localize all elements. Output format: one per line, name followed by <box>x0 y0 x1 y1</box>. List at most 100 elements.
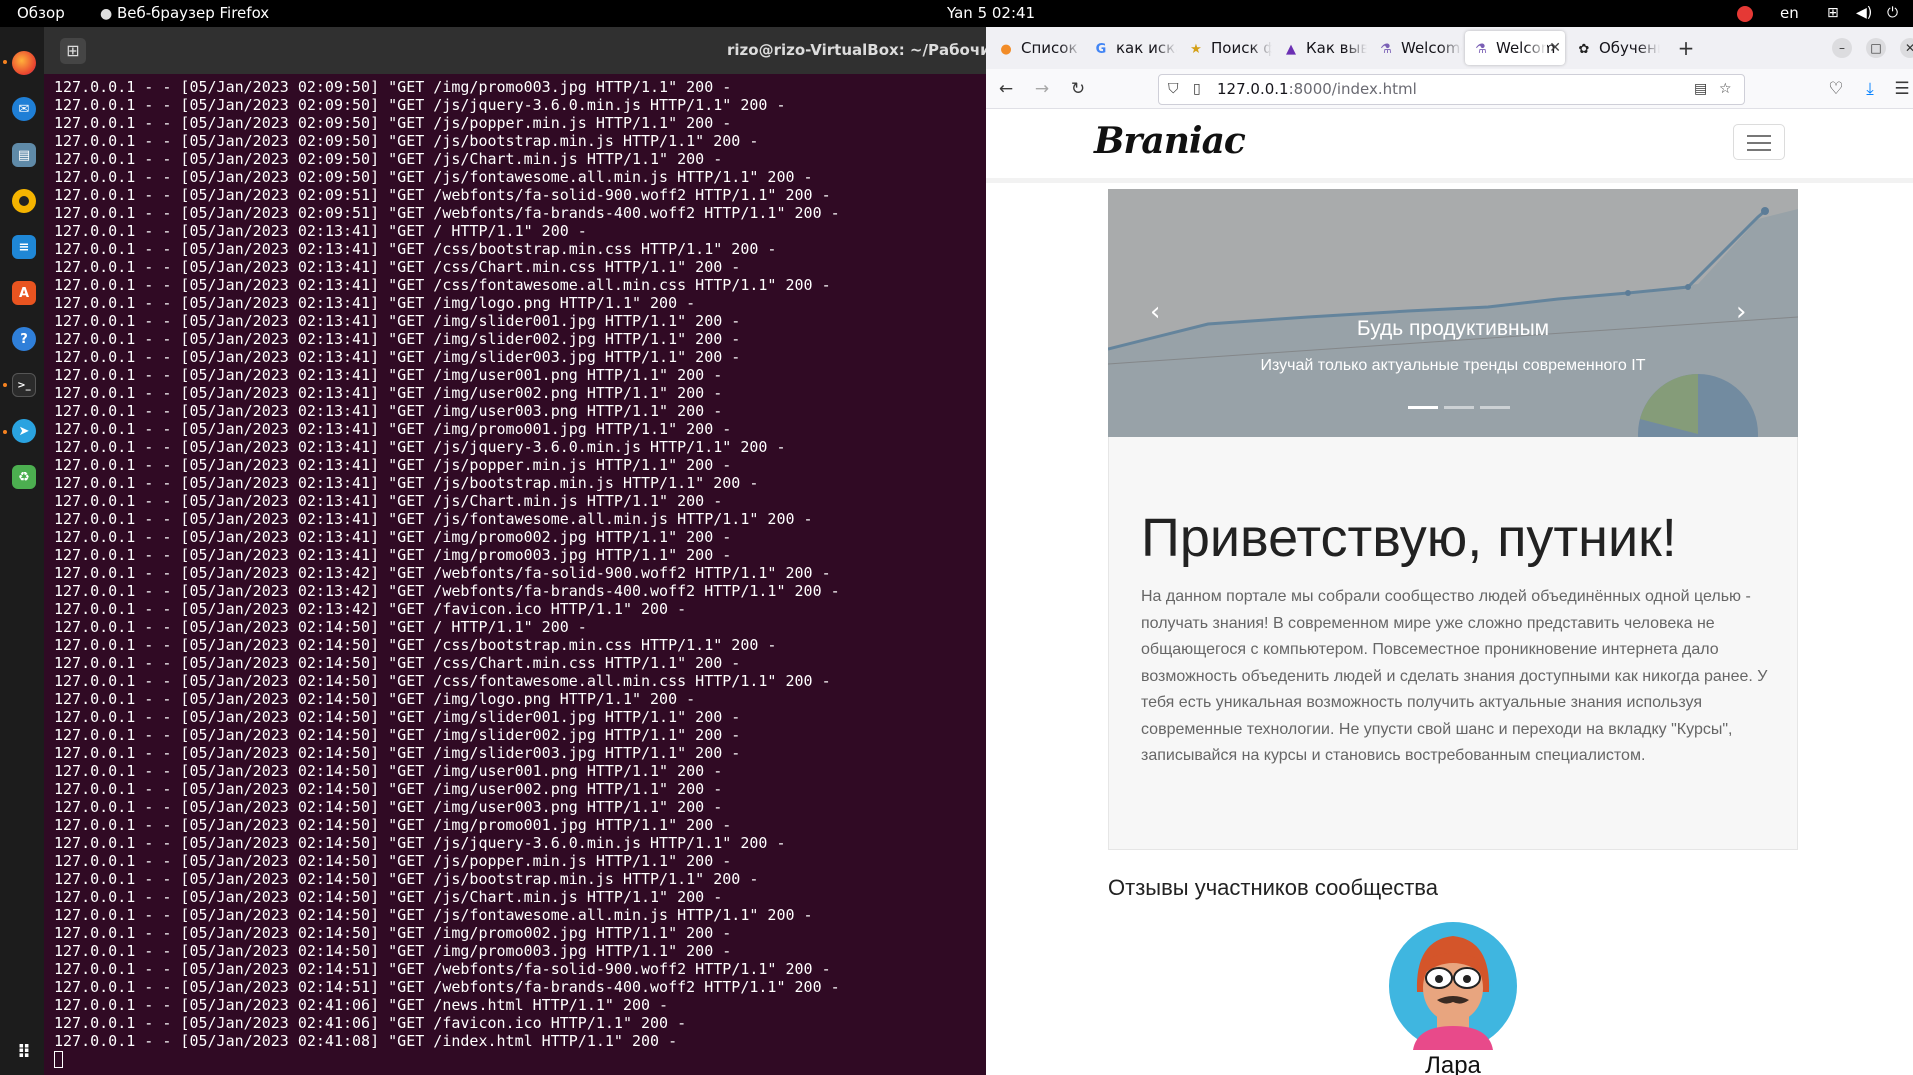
active-app-name: Веб-браузер Firefox <box>117 4 270 22</box>
terminal-output[interactable]: 127.0.0.1 - - [05/Jan/2023 02:09:50] "GE… <box>54 78 984 1068</box>
keyboard-layout-indicator[interactable]: en <box>1780 0 1799 27</box>
network-icon[interactable]: ⊞ <box>1827 0 1839 27</box>
terminal-line: 127.0.0.1 - - [05/Jan/2023 02:13:42] "GE… <box>54 582 840 600</box>
reload-button[interactable]: ↻ <box>1064 75 1092 103</box>
reviewer-name: Лара <box>1425 1052 1481 1075</box>
files-icon[interactable]: ▤ <box>12 143 36 167</box>
terminal-window[interactable]: ⊞ rizo@rizo-VirtualBox: ~/Рабочий сто 12… <box>44 27 986 1075</box>
url-text[interactable]: 127.0.0.1:8000/index.html <box>1217 75 1417 104</box>
pocket-icon[interactable]: ♡ <box>1822 75 1850 103</box>
terminal-line: 127.0.0.1 - - [05/Jan/2023 02:14:50] "GE… <box>54 780 723 798</box>
clock[interactable]: Yan 5 02:41 <box>947 0 1035 27</box>
terminal-line: 127.0.0.1 - - [05/Jan/2023 02:14:50] "GE… <box>54 744 741 762</box>
browser-tab-active[interactable]: ⚗Welcom ✕ <box>1465 31 1565 65</box>
carousel-indicator[interactable] <box>1444 406 1474 409</box>
close-tab-icon[interactable]: ✕ <box>1549 31 1561 65</box>
terminal-line: 127.0.0.1 - - [05/Jan/2023 02:14:50] "GE… <box>54 798 723 816</box>
star-icon: ★ <box>1190 42 1202 57</box>
telegram-icon[interactable]: ➤ <box>12 419 36 443</box>
terminal-line: 127.0.0.1 - - [05/Jan/2023 02:41:06] "GE… <box>54 996 669 1014</box>
avatar <box>1389 922 1517 1050</box>
bookmark-star-icon[interactable]: ☆ <box>1719 75 1732 104</box>
browser-tab[interactable]: ✿ Обучени <box>1568 31 1660 65</box>
terminal-line: 127.0.0.1 - - [05/Jan/2023 02:13:42] "GE… <box>54 600 687 618</box>
help-icon[interactable]: ? <box>12 327 36 351</box>
terminal-line: 127.0.0.1 - - [05/Jan/2023 02:13:41] "GE… <box>54 510 813 528</box>
downloads-icon[interactable]: ⤓ <box>1856 75 1884 103</box>
carousel-caption-title: Будь продуктивным <box>1356 317 1550 340</box>
terminal-line: 127.0.0.1 - - [05/Jan/2023 02:14:50] "GE… <box>54 906 813 924</box>
browser-tab[interactable]: Gкак искат <box>1085 31 1177 65</box>
terminal-line: 127.0.0.1 - - [05/Jan/2023 02:14:50] "GE… <box>54 834 786 852</box>
maximize-button[interactable]: □ <box>1866 38 1886 58</box>
shield-icon[interactable]: ⛉ <box>1168 75 1179 104</box>
terminal-title: rizo@rizo-VirtualBox: ~/Рабочий сто <box>727 41 986 59</box>
terminal-line: 127.0.0.1 - - [05/Jan/2023 02:13:41] "GE… <box>54 438 786 456</box>
terminal-line: 127.0.0.1 - - [05/Jan/2023 02:14:50] "GE… <box>54 924 732 942</box>
carousel-indicator[interactable] <box>1480 406 1510 409</box>
terminal-line: 127.0.0.1 - - [05/Jan/2023 02:13:41] "GE… <box>54 402 723 420</box>
flask-icon: ⚗ <box>1475 42 1487 57</box>
terminal-line: 127.0.0.1 - - [05/Jan/2023 02:14:50] "GE… <box>54 618 587 636</box>
terminal-line: 127.0.0.1 - - [05/Jan/2023 02:13:41] "GE… <box>54 330 741 348</box>
rhythmbox-icon[interactable] <box>12 189 36 213</box>
navigation-toolbar: ← → ↻ ⛉ ▯ 127.0.0.1:8000/index.html ▤ ☆ … <box>986 69 1913 109</box>
terminal-line: 127.0.0.1 - - [05/Jan/2023 02:14:50] "GE… <box>54 870 759 888</box>
browser-tab[interactable]: ▲Как выве <box>1275 31 1367 65</box>
forward-button[interactable]: → <box>1028 75 1056 103</box>
terminal-line: 127.0.0.1 - - [05/Jan/2023 02:41:08] "GE… <box>54 1032 678 1050</box>
new-tab-button[interactable]: + <box>1672 33 1700 63</box>
terminal-line: 127.0.0.1 - - [05/Jan/2023 02:14:50] "GE… <box>54 816 732 834</box>
libreoffice-writer-icon[interactable]: ≡ <box>12 235 36 259</box>
terminal-prompt[interactable] <box>54 1050 984 1068</box>
firefox-icon[interactable] <box>12 51 36 75</box>
close-window-button[interactable]: ✕ <box>1900 38 1913 58</box>
terminal-line: 127.0.0.1 - - [05/Jan/2023 02:09:50] "GE… <box>54 78 732 96</box>
url-host: 127.0.0.1 <box>1217 80 1289 98</box>
browser-tab[interactable]: ⚗Welcome <box>1370 31 1462 65</box>
menu-icon[interactable]: ☰ <box>1888 75 1913 103</box>
back-button[interactable]: ← <box>992 75 1020 103</box>
terminal-line: 127.0.0.1 - - [05/Jan/2023 02:09:50] "GE… <box>54 114 732 132</box>
minimize-button[interactable]: – <box>1832 38 1852 58</box>
active-app-menu[interactable]: ● Веб-браузер Firefox <box>100 0 269 27</box>
software-center-icon[interactable]: A <box>12 281 36 305</box>
carousel-indicator[interactable] <box>1408 406 1438 409</box>
terminal-line: 127.0.0.1 - - [05/Jan/2023 02:09:50] "GE… <box>54 96 786 114</box>
terminal-line: 127.0.0.1 - - [05/Jan/2023 02:13:41] "GE… <box>54 384 723 402</box>
site-logo[interactable]: Braniac <box>1094 120 1246 162</box>
terminal-line: 127.0.0.1 - - [05/Jan/2023 02:13:41] "GE… <box>54 240 777 258</box>
trash-icon[interactable]: ♻ <box>12 465 36 489</box>
running-indicator <box>3 430 7 434</box>
browser-tab[interactable]: ★Поиск фа <box>1180 31 1272 65</box>
activities-button[interactable]: Обзор <box>17 0 65 27</box>
url-path: :8000/index.html <box>1288 80 1417 98</box>
terminal-line: 127.0.0.1 - - [05/Jan/2023 02:09:50] "GE… <box>54 132 759 150</box>
navbar-toggler-button[interactable] <box>1733 124 1785 160</box>
terminal-line: 127.0.0.1 - - [05/Jan/2023 02:14:50] "GE… <box>54 852 732 870</box>
jumbotron-text: На данном портале мы собрали сообщество … <box>1141 588 1768 764</box>
new-tab-icon[interactable]: ⊞ <box>60 38 86 64</box>
terminal-icon[interactable]: >_ <box>12 373 36 397</box>
site-navbar: Braniac <box>986 110 1913 183</box>
google-icon: G <box>1095 42 1107 57</box>
terminal-line: 127.0.0.1 - - [05/Jan/2023 02:13:41] "GE… <box>54 312 741 330</box>
thunderbird-icon[interactable]: ✉ <box>12 97 36 121</box>
browser-tab[interactable]: ●Список у <box>990 31 1082 65</box>
tray-app-icon[interactable] <box>1737 0 1753 27</box>
terminal-line: 127.0.0.1 - - [05/Jan/2023 02:13:41] "GE… <box>54 258 741 276</box>
terminal-line: 127.0.0.1 - - [05/Jan/2023 02:41:06] "GE… <box>54 1014 687 1032</box>
page-info-icon[interactable]: ▯ <box>1193 75 1201 104</box>
jumbotron: Приветствую, путник! На данном портале м… <box>1108 437 1798 850</box>
terminal-line: 127.0.0.1 - - [05/Jan/2023 02:14:50] "GE… <box>54 672 831 690</box>
volume-icon[interactable]: ◀) <box>1856 0 1872 27</box>
firefox-small-icon: ● <box>100 6 113 22</box>
carousel-caption-subtitle: Изучай только актуальные тренды современ… <box>1260 357 1646 374</box>
terminal-cursor <box>54 1051 63 1068</box>
reader-view-icon[interactable]: ▤ <box>1694 75 1707 104</box>
app-grid-icon[interactable]: ⠿ <box>12 1040 36 1064</box>
power-icon[interactable]: ⏻ <box>1887 0 1898 27</box>
terminal-line: 127.0.0.1 - - [05/Jan/2023 02:14:50] "GE… <box>54 690 696 708</box>
terminal-line: 127.0.0.1 - - [05/Jan/2023 02:14:50] "GE… <box>54 762 723 780</box>
url-bar[interactable]: ⛉ ▯ 127.0.0.1:8000/index.html ▤ ☆ <box>1158 74 1745 105</box>
